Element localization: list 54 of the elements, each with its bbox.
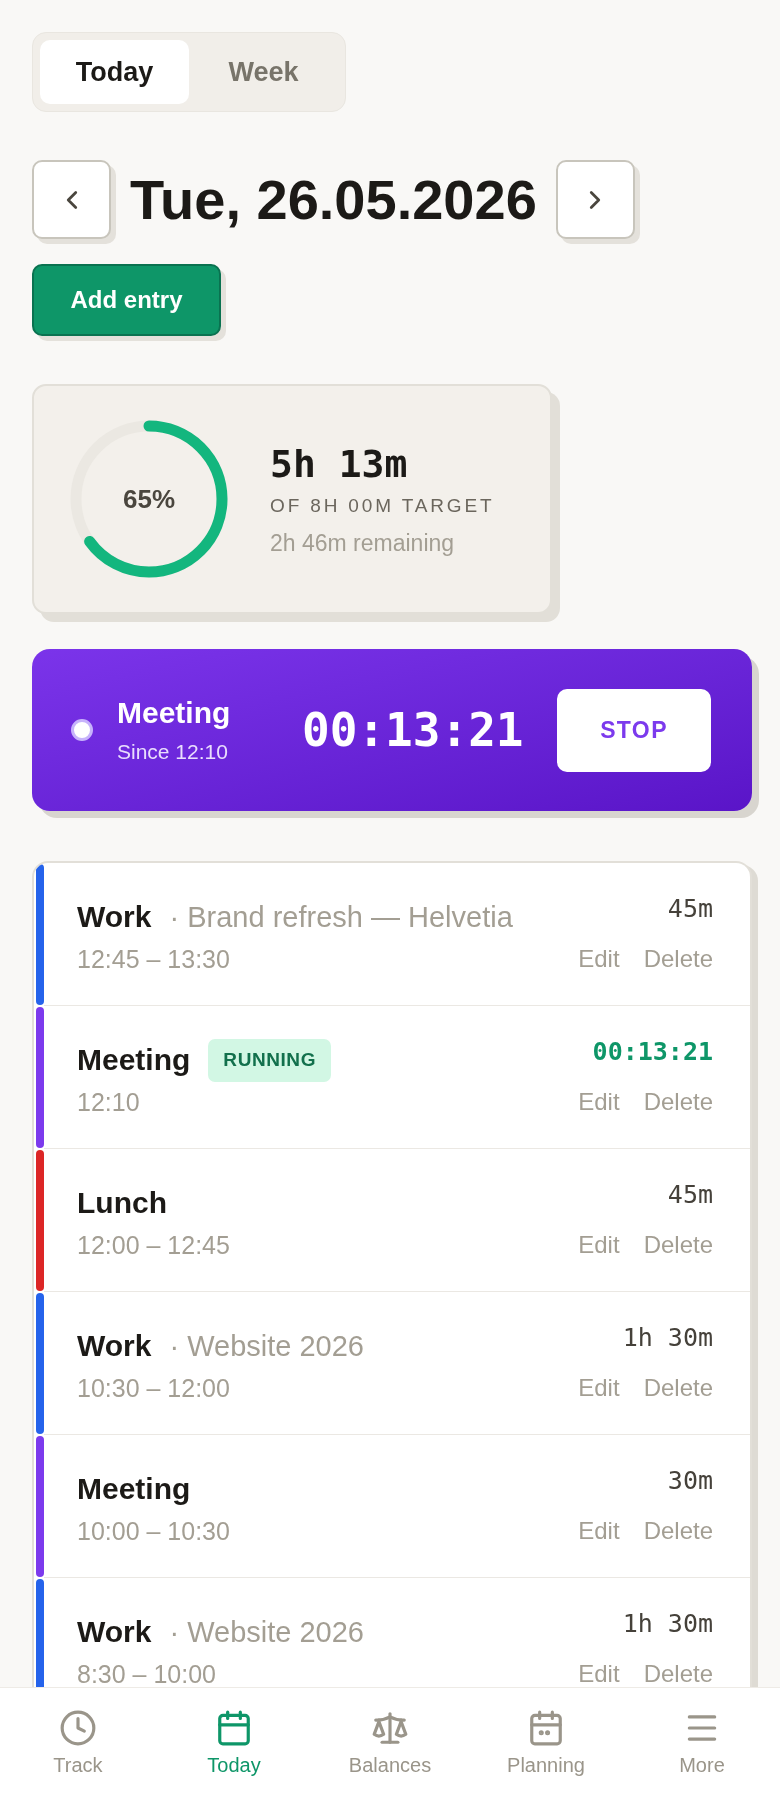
delete-link[interactable]: Delete bbox=[643, 946, 713, 972]
nav-tab[interactable]: Balances bbox=[312, 1688, 468, 1800]
entry-time: 10:30 – 12:00 bbox=[77, 1374, 231, 1402]
timer-elapsed: 00:13:21 bbox=[302, 702, 524, 758]
edit-link[interactable]: Edit bbox=[578, 1232, 620, 1258]
tracked-time: 5h 13m bbox=[270, 441, 409, 487]
entry-title: Work bbox=[77, 899, 152, 935]
target-label: OF 8H 00M TARGET bbox=[270, 494, 495, 518]
entry-title: Meeting bbox=[77, 1471, 191, 1507]
timer-since: Since 12:10 bbox=[117, 739, 229, 765]
entry-time: 8:30 – 10:00 bbox=[77, 1660, 217, 1687]
entry-duration: 45m bbox=[667, 893, 713, 925]
view-tab[interactable]: Week bbox=[189, 40, 338, 104]
entry-title: Work bbox=[77, 1614, 152, 1650]
entry-project: · Brand refresh — Helvetia bbox=[169, 900, 513, 935]
entry-time: 12:10 bbox=[77, 1088, 141, 1116]
delete-link[interactable]: Delete bbox=[643, 1375, 713, 1401]
entry-time: 12:00 – 12:45 bbox=[77, 1231, 230, 1259]
running-badge: RUNNING bbox=[208, 1038, 331, 1082]
delete-link[interactable]: Delete bbox=[643, 1518, 713, 1544]
timer-activity: Meeting bbox=[117, 695, 232, 731]
entry-duration: 30m bbox=[667, 1465, 713, 1497]
edit-link[interactable]: Edit bbox=[578, 1661, 620, 1687]
edit-link[interactable]: Edit bbox=[578, 1375, 620, 1401]
calendar-icon bbox=[215, 1709, 253, 1747]
nav-tab[interactable]: Planning bbox=[468, 1688, 624, 1800]
entry-time: 10:00 – 10:30 bbox=[77, 1517, 230, 1545]
delete-link[interactable]: Delete bbox=[643, 1232, 713, 1258]
clock-icon bbox=[59, 1709, 97, 1747]
entry-duration: 00:13:21 bbox=[592, 1036, 713, 1068]
nav-tab[interactable]: Today bbox=[156, 1688, 312, 1800]
remaining-time: 2h 46m remaining bbox=[270, 529, 456, 557]
entry-project: · Website 2026 bbox=[169, 1615, 364, 1650]
edit-link[interactable]: Edit bbox=[578, 1089, 620, 1115]
progress-percent: 65% bbox=[123, 484, 175, 514]
date-title: Tue, 26.05.2026 bbox=[130, 167, 537, 232]
balance-scale-icon bbox=[371, 1709, 409, 1747]
delete-link[interactable]: Delete bbox=[643, 1661, 713, 1687]
entry-time: 12:45 – 13:30 bbox=[77, 945, 231, 973]
entry-duration: 1h 30m bbox=[622, 1608, 713, 1640]
edit-link[interactable]: Edit bbox=[578, 946, 620, 972]
entry-title: Lunch bbox=[77, 1185, 167, 1221]
nav-tab[interactable]: Track bbox=[0, 1688, 156, 1800]
nav-tab[interactable]: More bbox=[624, 1688, 780, 1800]
calendar-icon bbox=[527, 1709, 565, 1747]
edit-link[interactable]: Edit bbox=[578, 1518, 620, 1544]
stop-button[interactable]: STOP bbox=[557, 688, 711, 772]
entry-project: · Website 2026 bbox=[169, 1329, 364, 1364]
entry-title: Meeting bbox=[77, 1042, 191, 1078]
delete-link[interactable]: Delete bbox=[643, 1089, 713, 1115]
entry-duration: 45m bbox=[667, 1179, 713, 1211]
entry-title: Work bbox=[77, 1328, 152, 1364]
entry-duration: 1h 30m bbox=[622, 1322, 713, 1354]
view-tab[interactable]: Today bbox=[40, 40, 189, 104]
